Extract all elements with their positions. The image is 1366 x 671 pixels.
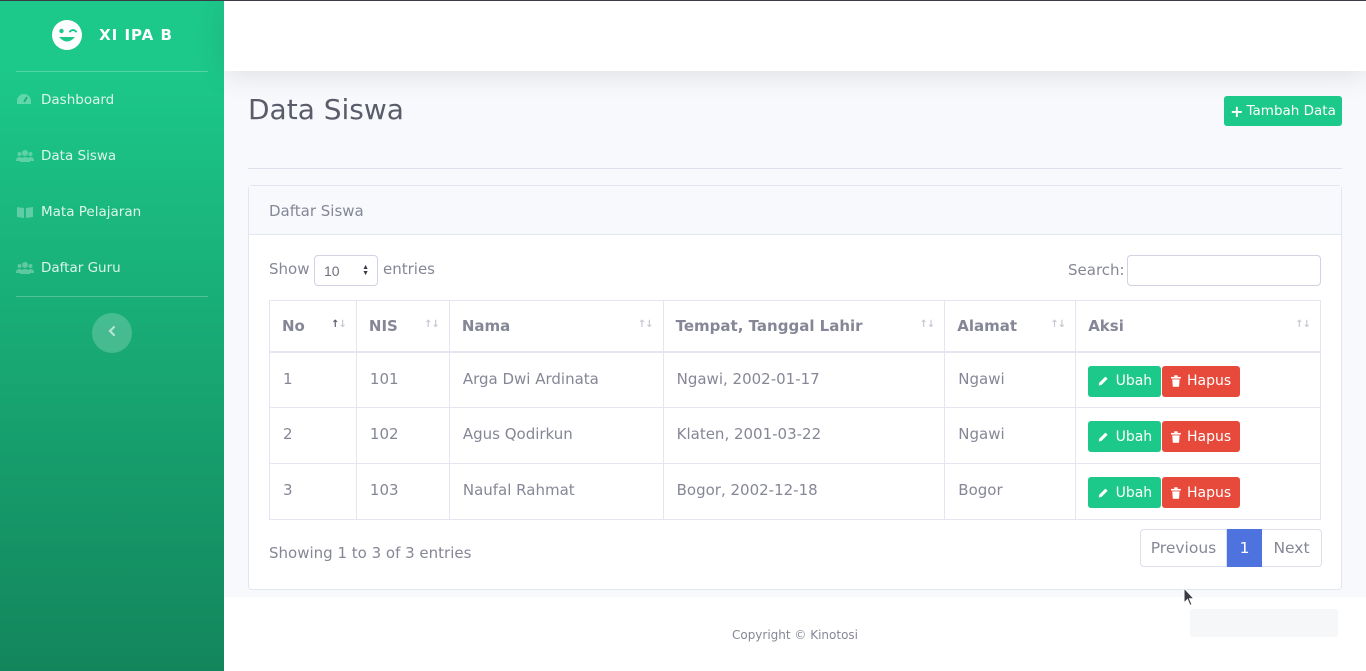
sidebar-item-label: Mata Pelajaran (41, 204, 142, 220)
pagination-previous[interactable]: Previous (1140, 529, 1227, 567)
delete-label: Hapus (1187, 484, 1232, 501)
sort-icon: ↑↓ (424, 319, 440, 330)
cell-no: 1 (269, 351, 357, 408)
sidebar-brand[interactable]: XI IPA B (0, 0, 224, 70)
mouse-cursor-icon (1183, 586, 1196, 612)
cell-nama: Agus Qodirkun (448, 407, 664, 464)
sidebar-item-daftar-guru[interactable]: Daftar Guru (16, 258, 121, 278)
table-row: 1 101 Arga Dwi Ardinata Ngawi, 2002-01-1… (269, 351, 1321, 408)
cell-nama: Naufal Rahmat (448, 463, 664, 520)
cell-aksi: Ubah Hapus (1075, 407, 1321, 464)
edit-button[interactable]: Ubah (1088, 477, 1162, 508)
sort-icon: ↑↓ (637, 319, 654, 330)
table-row: 2 102 Agus Qodirkun Klaten, 2001-03-22 N… (269, 407, 1321, 464)
sidebar-item-dashboard[interactable]: Dashboard (16, 90, 114, 110)
cell-ttl: Ngawi, 2002-01-17 (662, 351, 946, 408)
users-icon (16, 261, 34, 275)
entries-select[interactable]: 10 ▲ ▼ (314, 255, 378, 286)
pagination: Previous 1 Next (1140, 529, 1322, 567)
cell-ttl: Bogor, 2002-12-18 (662, 463, 946, 520)
pagination-page-1[interactable]: 1 (1227, 529, 1262, 567)
edit-label: Ubah (1115, 484, 1153, 501)
sort-icon: ↑↓ (919, 319, 936, 330)
edit-button[interactable]: Ubah (1088, 365, 1162, 397)
cell-ttl: Klaten, 2001-03-22 (662, 407, 946, 464)
add-data-label: Tambah Data (1246, 103, 1336, 119)
pencil-icon (1098, 376, 1108, 386)
sort-icon: ↑↓ (1295, 319, 1311, 330)
chevron-left-icon (107, 324, 117, 342)
laugh-wink-icon (51, 19, 83, 51)
pencil-icon (1098, 488, 1108, 497)
delete-label: Hapus (1187, 373, 1232, 389)
sidebar-divider (16, 296, 208, 297)
add-data-button[interactable]: + Tambah Data (1224, 96, 1342, 126)
column-header-aksi[interactable]: Aksi ↑↓ (1075, 300, 1321, 353)
table-header-row: No ↑↓ NIS ↑↓ Nama ↑↓ Tempat, Tanggal Lahir ↑… (269, 300, 1321, 353)
sidebar-item-mata-pelajaran[interactable]: Mata Pelajaran (16, 202, 141, 222)
card-title: Daftar Siswa (269, 202, 364, 220)
delete-button[interactable]: Hapus (1162, 421, 1241, 452)
sort-icon: ↑↓ (1050, 319, 1066, 330)
book-open-icon (16, 205, 34, 219)
pencil-icon (1098, 432, 1108, 441)
users-icon (16, 149, 34, 163)
sidebar-divider (16, 71, 208, 72)
page-title: Data Siswa (248, 93, 404, 126)
topbar (224, 1, 1366, 71)
divider (248, 168, 1342, 169)
column-header-alamat[interactable]: Alamat ↑↓ (944, 300, 1077, 353)
delete-button[interactable]: Hapus (1162, 365, 1241, 397)
trash-icon (1171, 375, 1182, 387)
window-top-border (0, 0, 1366, 1)
delete-button[interactable]: Hapus (1162, 477, 1241, 508)
length-show-label: Show (269, 260, 310, 278)
edit-label: Ubah (1115, 428, 1153, 445)
sort-arrows-icon: ▲ ▼ (362, 264, 369, 277)
pagination-next[interactable]: Next (1262, 529, 1322, 567)
cell-no: 2 (269, 407, 357, 464)
students-table: No ↑↓ NIS ↑↓ Nama ↑↓ Tempat, Tanggal Lahir ↑… (269, 300, 1321, 520)
column-header-nis[interactable]: NIS ↑↓ (355, 300, 450, 353)
card-header: Daftar Siswa (249, 186, 1341, 235)
column-header-nama[interactable]: Nama ↑↓ (448, 300, 664, 353)
cell-aksi: Ubah Hapus (1075, 463, 1321, 520)
table-row: 3 103 Naufal Rahmat Bogor, 2002-12-18 Bo… (269, 463, 1321, 520)
tachometer-icon (16, 93, 34, 107)
plus-icon: + (1230, 101, 1244, 121)
sidebar-brand-text: XI IPA B (99, 26, 173, 44)
cell-alamat: Ngawi (944, 407, 1077, 464)
cell-no: 3 (269, 463, 357, 520)
trash-icon (1171, 486, 1182, 499)
length-entries-label: entries (383, 260, 435, 278)
faded-overlay (1190, 609, 1338, 637)
table-info: Showing 1 to 3 of 3 entries (269, 544, 472, 562)
sidebar-item-label: Dashboard (41, 92, 115, 108)
sidebar-item-data-siswa[interactable]: Data Siswa (16, 146, 116, 166)
sidebar-item-label: Daftar Guru (41, 260, 121, 276)
column-header-no[interactable]: No ↑↓ (269, 300, 357, 353)
sidebar: XI IPA B Dashboard Data Siswa Mata Pelaj… (0, 0, 224, 671)
cell-nis: 103 (355, 463, 450, 520)
cell-alamat: Bogor (944, 463, 1077, 520)
search-label: Search: (1068, 261, 1125, 279)
edit-button[interactable]: Ubah (1088, 421, 1162, 452)
cell-nis: 101 (355, 351, 450, 408)
cell-aksi: Ubah Hapus (1075, 351, 1321, 408)
sort-icon: ↑↓ (331, 319, 347, 330)
sidebar-item-label: Data Siswa (41, 148, 117, 164)
cell-alamat: Ngawi (944, 351, 1077, 408)
sidebar-toggle-button[interactable] (92, 313, 132, 353)
entries-select-value: 10 (324, 262, 340, 279)
edit-label: Ubah (1115, 373, 1153, 389)
cell-nis: 102 (355, 407, 450, 464)
delete-label: Hapus (1187, 428, 1232, 445)
cell-nama: Arga Dwi Ardinata (448, 351, 664, 408)
trash-icon (1171, 430, 1182, 443)
search-input[interactable] (1127, 255, 1321, 286)
column-header-ttl[interactable]: Tempat, Tanggal Lahir ↑↓ (662, 300, 946, 353)
